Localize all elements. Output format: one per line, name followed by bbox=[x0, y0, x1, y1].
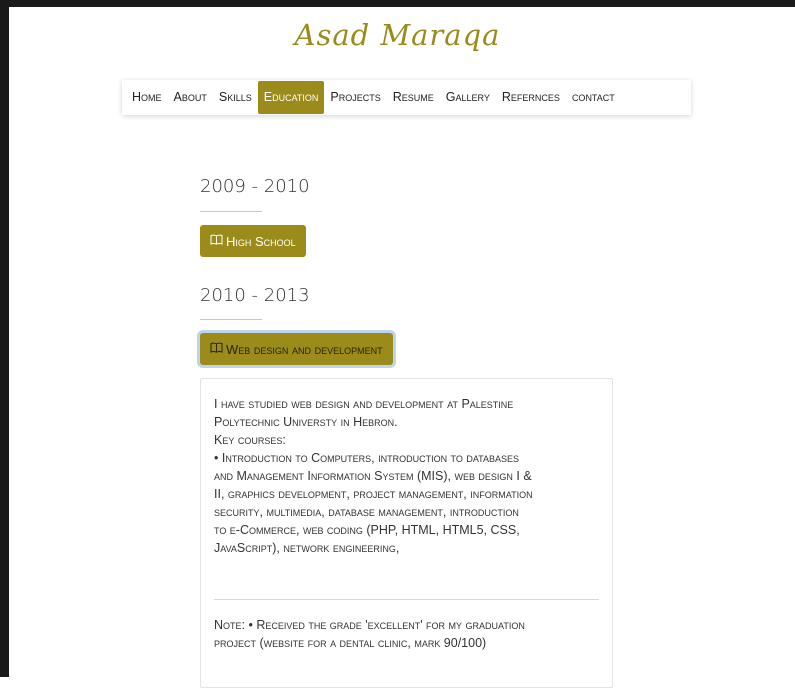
education-years-2: 2010 - 2013 bbox=[200, 285, 310, 306]
main-navbar: Home About Skills Education Projects Res… bbox=[122, 80, 691, 115]
window-left-border bbox=[0, 0, 9, 677]
nav-projects[interactable]: Projects bbox=[324, 81, 386, 114]
details-line: • Introduction to Computers, introductio… bbox=[214, 451, 520, 465]
web-design-button[interactable]: Web design and development bbox=[200, 333, 393, 365]
details-line: and Management Information System (MIS),… bbox=[214, 469, 532, 483]
book-icon bbox=[210, 234, 223, 248]
note-line: project (website for a dental clinic, ma… bbox=[214, 636, 487, 650]
nav-contact[interactable]: contact bbox=[566, 81, 621, 114]
details-line: I have studied web design and developmen… bbox=[214, 397, 514, 411]
card-divider bbox=[214, 599, 599, 600]
details-line: II, graphics development, project manage… bbox=[214, 487, 533, 501]
nav-references[interactable]: Refernces bbox=[496, 81, 566, 114]
window-top-border bbox=[0, 0, 795, 7]
nav-about[interactable]: About bbox=[168, 81, 213, 114]
high-school-label: High School bbox=[226, 233, 296, 249]
details-line: JavaScript), network engineering, bbox=[214, 541, 400, 555]
book-icon bbox=[210, 342, 223, 356]
details-text: I have studied web design and developmen… bbox=[214, 395, 604, 557]
nav-education[interactable]: Education bbox=[257, 81, 325, 114]
details-note: Note: • Received the grade 'excellent' f… bbox=[214, 616, 604, 652]
year-divider-2 bbox=[200, 319, 262, 320]
details-line: security, multimedia, database managemen… bbox=[214, 505, 519, 519]
education-years-1: 2009 - 2010 bbox=[200, 176, 310, 197]
nav-home[interactable]: Home bbox=[126, 81, 168, 114]
site-logo[interactable]: Asad Maraqa bbox=[0, 18, 795, 52]
note-line: Note: • Received the grade 'excellent' f… bbox=[214, 618, 525, 632]
nav-resume[interactable]: Resume bbox=[387, 81, 440, 114]
year-divider-1 bbox=[200, 211, 262, 212]
nav-skills[interactable]: Skills bbox=[213, 81, 258, 114]
details-line: Polytechnic Universty in Hebron. bbox=[214, 415, 398, 429]
education-details-card: I have studied web design and developmen… bbox=[200, 378, 613, 688]
details-line: Key courses: bbox=[214, 433, 286, 447]
nav-gallery[interactable]: Gallery bbox=[440, 81, 496, 114]
web-design-label: Web design and development bbox=[226, 341, 383, 357]
high-school-button[interactable]: High School bbox=[200, 225, 306, 257]
details-line: to e-Commerce, web coding (PHP, HTML, HT… bbox=[214, 523, 520, 537]
